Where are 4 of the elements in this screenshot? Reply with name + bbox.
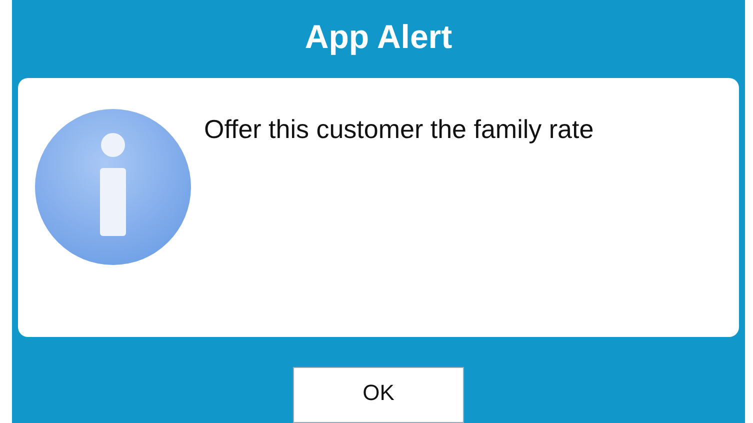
info-icon bbox=[32, 106, 194, 268]
dialog-title: App Alert bbox=[304, 17, 452, 57]
ok-button[interactable]: OK bbox=[293, 367, 464, 423]
alert-message: Offer this customer the family rate bbox=[204, 113, 594, 146]
